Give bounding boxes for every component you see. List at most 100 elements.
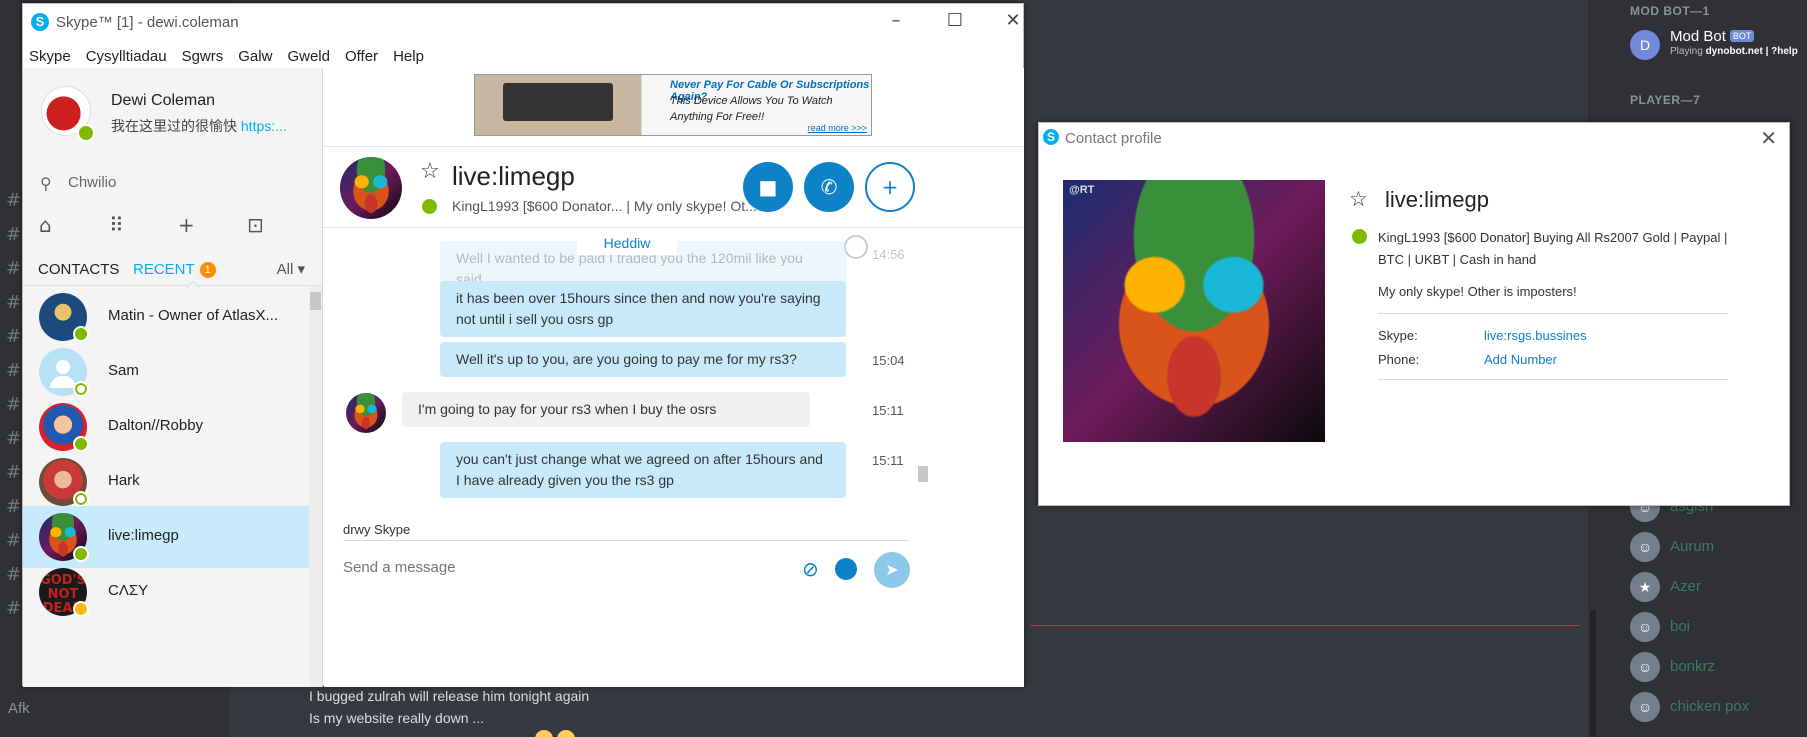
offline-status-icon bbox=[73, 491, 89, 507]
emoticon-icon[interactable] bbox=[835, 558, 857, 580]
channel-hash-icon[interactable]: # bbox=[6, 190, 21, 211]
skype-label: Skype: bbox=[1378, 328, 1418, 343]
add-contact-button[interactable]: + bbox=[865, 162, 915, 212]
menu-skype[interactable]: Skype bbox=[29, 44, 71, 70]
window-title: Contact profile bbox=[1065, 130, 1162, 147]
contact-item[interactable]: Matin - Owner of AtlasX... bbox=[23, 286, 309, 348]
profile-mood-message: KingL1993 [$600 Donator] Buying All Rs20… bbox=[1378, 230, 1728, 267]
search-input[interactable]: Chwilio bbox=[68, 174, 116, 191]
chevron-down-icon: ▾ bbox=[297, 261, 305, 278]
ad-read-more-link[interactable]: read more >>> bbox=[808, 123, 867, 133]
channel-hash-icon[interactable]: # bbox=[6, 292, 21, 313]
contact-item[interactable]: Hark bbox=[23, 451, 309, 513]
divider bbox=[1378, 313, 1728, 314]
ad-text: This Device Allows You To Watch bbox=[670, 95, 833, 107]
search-icon: ⚲ bbox=[40, 174, 52, 193]
menu-conversation[interactable]: Sgwrs bbox=[182, 44, 224, 70]
send-button[interactable]: ➤ bbox=[874, 552, 910, 588]
advertisement-banner[interactable]: Never Pay For Cable Or Subscriptions Aga… bbox=[474, 74, 872, 136]
contact-item[interactable]: Sam bbox=[23, 341, 309, 403]
recent-contact-list: Matin - Owner of AtlasX... Sam Dalton//R… bbox=[23, 286, 309, 687]
contact-name: Sam bbox=[108, 362, 139, 379]
channel-hash-icon[interactable]: # bbox=[6, 530, 21, 551]
favorite-star-icon[interactable]: ☆ bbox=[420, 159, 440, 184]
channel-hash-icon[interactable]: # bbox=[6, 564, 21, 585]
member-item[interactable]: ☺ bonkrz bbox=[1630, 650, 1800, 686]
video-camera-icon: ■ bbox=[758, 175, 778, 199]
skype-name-link[interactable]: live:rsgs.bussines bbox=[1484, 328, 1587, 343]
message-scrollbar-thumb[interactable] bbox=[918, 466, 928, 482]
favorite-star-icon[interactable]: ☆ bbox=[1349, 187, 1368, 211]
channel-hash-icon[interactable]: # bbox=[6, 428, 21, 449]
menu-view[interactable]: Gweld bbox=[287, 44, 330, 70]
menu-help[interactable]: Help bbox=[393, 44, 424, 70]
channel-hash-icon[interactable]: # bbox=[6, 394, 21, 415]
online-status-icon bbox=[73, 436, 89, 452]
add-number-link[interactable]: Add Number bbox=[1484, 352, 1557, 367]
tab-recent[interactable]: RECENT 1 bbox=[133, 256, 216, 284]
discord-message: Is my website really down ... bbox=[309, 710, 485, 726]
discord-message: I bugged zulrah will release him tonight… bbox=[309, 688, 590, 704]
contact-item[interactable]: Dalton//Robby bbox=[23, 396, 309, 458]
scrollbar-thumb[interactable] bbox=[1590, 610, 1596, 737]
mood-link[interactable]: https:... bbox=[241, 118, 287, 134]
add-icon[interactable]: + bbox=[178, 213, 195, 237]
search-field[interactable]: ⚲ Chwilio bbox=[38, 168, 308, 200]
member-item[interactable]: ★ Azer bbox=[1630, 570, 1800, 606]
filter-dropdown[interactable]: All ▾ bbox=[277, 256, 305, 284]
home-icon[interactable]: ⌂ bbox=[39, 213, 52, 237]
away-status-icon bbox=[73, 601, 89, 617]
message-history: Well I wanted to be paid I traded you th… bbox=[324, 229, 1024, 549]
audio-call-button[interactable]: ✆ bbox=[804, 162, 854, 212]
minimize-button[interactable]: – bbox=[876, 10, 916, 34]
contact-name: live:limegp bbox=[108, 527, 179, 544]
contact-tabs: CONTACTS RECENT 1 All ▾ bbox=[23, 256, 323, 296]
member-item[interactable]: ☺ boi bbox=[1630, 610, 1800, 646]
message-timestamp: 15:04 bbox=[872, 353, 905, 368]
contact-mood-message: KingL1993 [$600 Donator... | My only sky… bbox=[452, 198, 757, 214]
scrollbar-thumb[interactable] bbox=[310, 292, 321, 310]
photo-watermark: @RT bbox=[1069, 184, 1095, 196]
conversation-title[interactable]: live:limegp bbox=[452, 161, 575, 192]
contact-list-scrollbar[interactable] bbox=[309, 286, 322, 687]
attach-file-icon[interactable]: ⊘ bbox=[802, 557, 819, 581]
close-button[interactable]: ✕ bbox=[1760, 126, 1777, 150]
voice-channel-afk[interactable]: Afk bbox=[8, 700, 30, 717]
channel-hash-icon[interactable]: # bbox=[6, 598, 21, 619]
dialpad-icon[interactable]: ⠿ bbox=[109, 213, 124, 237]
my-profile[interactable]: Dewi Coleman 我在这里过的很愉快 https:... bbox=[23, 68, 323, 158]
title-bar[interactable]: S Skype™ [1] - dewi.coleman – ☐ ✕ bbox=[23, 4, 1023, 40]
contact-item-selected[interactable]: live:limegp bbox=[23, 506, 309, 568]
profile-photo: @RT bbox=[1063, 180, 1325, 442]
contact-name: Matin - Owner of AtlasX... bbox=[108, 307, 279, 324]
menu-tools[interactable]: Offer bbox=[345, 44, 378, 70]
profile-name: live:limegp bbox=[1385, 187, 1489, 212]
message-timestamp: 15:11 bbox=[872, 403, 904, 418]
maximize-button[interactable]: ☐ bbox=[935, 10, 975, 34]
online-status-icon bbox=[422, 199, 437, 214]
menu-contacts[interactable]: Cysylltiadau bbox=[86, 44, 167, 70]
contact-item[interactable]: GOD'S NOT DEAD CΛΣΥ bbox=[23, 561, 309, 623]
profile-note: My only skype! Other is imposters! bbox=[1378, 284, 1577, 299]
channel-hash-icon[interactable]: # bbox=[6, 326, 21, 347]
menu-call[interactable]: Galw bbox=[238, 44, 272, 70]
message-input[interactable]: Send a message bbox=[343, 553, 783, 583]
member-item[interactable]: ☺ Aurum bbox=[1630, 530, 1800, 566]
bot-icon[interactable]: ⊡ bbox=[247, 213, 264, 237]
video-call-button[interactable]: ■ bbox=[743, 162, 793, 212]
channel-hash-icon[interactable]: # bbox=[6, 462, 21, 483]
close-button[interactable]: ✕ bbox=[993, 10, 1033, 34]
tab-contacts[interactable]: CONTACTS bbox=[38, 256, 119, 284]
member-mod-bot[interactable]: D Mod Bot BOT Playing dynobot.net | ?help bbox=[1630, 28, 1800, 64]
discord-logo-icon: ☺ bbox=[1630, 532, 1660, 562]
channel-hash-icon[interactable]: # bbox=[6, 224, 21, 245]
member-name: bonkrz bbox=[1670, 658, 1716, 675]
ad-text: Anything For Free!! bbox=[670, 111, 765, 123]
channel-hash-icon[interactable]: # bbox=[6, 258, 21, 279]
unread-badge: 1 bbox=[199, 262, 216, 278]
channel-hash-icon[interactable]: # bbox=[6, 496, 21, 517]
member-item[interactable]: ☺ chicken pox bbox=[1630, 690, 1800, 726]
playing-label: Playing bbox=[1670, 46, 1706, 57]
channel-hash-icon[interactable]: # bbox=[6, 360, 21, 381]
avatar[interactable] bbox=[340, 157, 402, 219]
